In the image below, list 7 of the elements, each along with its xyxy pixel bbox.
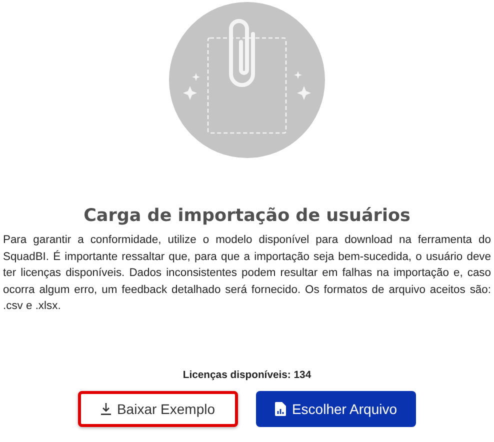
download-example-button[interactable]: Baixar Exemplo (78, 390, 238, 427)
choose-file-button[interactable]: Escolher Arquivo (256, 390, 416, 427)
licenses-count: Licenças disponíveis: 134 (182, 370, 312, 381)
download-icon (100, 402, 111, 415)
file-chart-icon (274, 402, 286, 416)
description-paragraph: Para garantir a conformidade, utilize o modelo disponível para download na ferramenta do SquadBI. É importante ressaltar que, para que a importação seja bem-sucedida, o usuário deve ter licenças disponíveis. Dados inconsistentes podem resultar em falhas na importação e, caso ocorra algum erro, um feedback detalhado será fornecido. Os formatos de arquivo aceitos são: .csv e .xlsx. (3, 233, 491, 314)
page-title: Carga de importação de usuários (84, 206, 410, 226)
